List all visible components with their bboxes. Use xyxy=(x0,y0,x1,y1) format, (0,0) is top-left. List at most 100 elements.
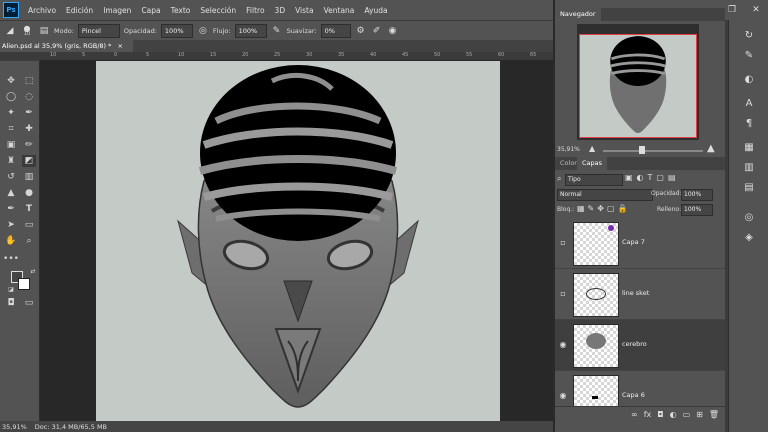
navigator-preview[interactable] xyxy=(577,24,699,140)
gradient-tool-icon[interactable]: ▥ xyxy=(22,171,36,183)
opacity-field[interactable]: 100% xyxy=(160,23,193,38)
eye-icon[interactable]: ◉ xyxy=(558,339,568,349)
eraser-tool-active-icon[interactable]: ◩ xyxy=(22,155,36,167)
fill-field[interactable]: 100% xyxy=(681,204,713,216)
tab-layers[interactable]: Capas xyxy=(577,157,608,170)
paragraph-icon[interactable]: ¶ xyxy=(742,116,756,130)
blend-mode-select[interactable]: Normal xyxy=(557,189,653,201)
pressure-opacity-icon[interactable]: ◎ xyxy=(197,25,209,37)
adjustments-icon[interactable]: ◐ xyxy=(742,72,756,86)
quick-mask-icon[interactable]: ◘ xyxy=(4,297,18,309)
screen-mode-icon[interactable]: ▭ xyxy=(22,297,36,309)
pressure-size-icon[interactable]: ◉ xyxy=(387,25,399,37)
swatches-icon[interactable]: ▥ xyxy=(742,160,756,174)
menu-3d[interactable]: 3D xyxy=(270,6,291,15)
navigator-slider-thumb[interactable] xyxy=(639,146,645,154)
smoothing-field[interactable]: 0% xyxy=(320,23,351,38)
background-color-swatch[interactable] xyxy=(18,278,30,290)
stamp-tool-icon[interactable]: ♜ xyxy=(4,155,18,167)
crop-tool-icon[interactable]: ⌗ xyxy=(4,123,18,135)
erase-history-icon[interactable]: ✐ xyxy=(371,25,383,37)
swap-colors-icon[interactable]: ⇄ xyxy=(26,265,40,277)
paths-icon[interactable]: ◈ xyxy=(742,230,756,244)
zoom-tool-icon[interactable]: ⌕ xyxy=(22,235,36,247)
lasso-tool-icon[interactable]: ◯ xyxy=(4,91,18,103)
horizontal-ruler[interactable]: 10 5 0 5 10 15 20 25 30 35 40 45 50 55 60 65 xyxy=(40,52,553,61)
brush-preset-picker[interactable]: ● 10 xyxy=(20,24,34,37)
tab-close-icon[interactable]: × xyxy=(117,42,122,50)
menu-imagen[interactable]: Imagen xyxy=(98,6,136,15)
new-group-icon[interactable]: ▭ xyxy=(683,410,691,419)
menu-archivo[interactable]: Archivo xyxy=(23,6,61,15)
trash-icon[interactable]: 🗑 xyxy=(709,410,719,419)
visibility-toggle[interactable]: ▫ xyxy=(558,288,568,298)
character-icon[interactable]: A xyxy=(742,96,756,110)
close-window-button[interactable]: ✕ xyxy=(744,0,768,20)
brush-tool-icon[interactable]: ✏ xyxy=(22,139,36,151)
layer-filter-icons[interactable]: ▣◐T▢▤ xyxy=(625,173,680,182)
menu-vista[interactable]: Vista xyxy=(290,6,319,15)
eyedropper-icon[interactable]: ✒ xyxy=(22,107,36,119)
layer-row[interactable]: ▫ line sket xyxy=(555,269,725,320)
healing-brush-icon[interactable]: ✚ xyxy=(22,123,36,135)
add-mask-icon[interactable]: ◘ xyxy=(657,410,663,419)
fx-icon[interactable]: fx xyxy=(644,410,652,419)
default-colors-icon[interactable]: ◪ xyxy=(4,283,18,295)
quick-select-icon[interactable]: ◌ xyxy=(22,91,36,103)
document-canvas[interactable] xyxy=(96,61,500,421)
blur-tool-icon[interactable]: ▲ xyxy=(4,187,18,199)
layer-opacity-field[interactable]: 100% xyxy=(681,189,713,201)
menu-filtro[interactable]: Filtro xyxy=(241,6,269,15)
visibility-toggle[interactable]: ▫ xyxy=(558,237,568,247)
menu-texto[interactable]: Texto xyxy=(166,6,196,15)
layer-name[interactable]: cerebro xyxy=(622,340,647,348)
gear-icon[interactable]: ⚙ xyxy=(355,25,367,37)
layer-name[interactable]: Capa 7 xyxy=(622,238,645,246)
brush-settings-icon[interactable]: ▤ xyxy=(38,25,50,37)
path-select-icon[interactable]: ➤ xyxy=(4,219,18,231)
libraries-icon[interactable]: ▤ xyxy=(742,180,756,194)
status-doc-info[interactable]: Doc: 31,4 MB/65,5 MB xyxy=(35,423,107,431)
new-layer-icon[interactable]: ⊞ xyxy=(696,410,703,419)
menu-ventana[interactable]: Ventana xyxy=(319,6,360,15)
mode-select[interactable]: Pincel xyxy=(77,23,120,38)
navigator-zoom-slider[interactable] xyxy=(603,150,703,152)
marquee-tool-icon[interactable]: ⬚ xyxy=(22,75,36,87)
link-layers-icon[interactable]: ∞ xyxy=(631,410,638,419)
document-tab[interactable]: Alien.psd al 35,9% (gris, RGB/8) * × xyxy=(0,40,133,52)
type-tool-icon[interactable]: T xyxy=(22,203,36,215)
eye-icon[interactable]: ◉ xyxy=(558,390,568,400)
menu-capa[interactable]: Capa xyxy=(136,6,165,15)
pen-tool-icon[interactable]: ✒ xyxy=(4,203,18,215)
layer-row[interactable]: ◉ cerebro xyxy=(555,320,725,371)
dodge-tool-icon[interactable]: ● xyxy=(22,187,36,199)
menu-edicion[interactable]: Edición xyxy=(61,6,98,15)
tab-navigator[interactable]: Navegador xyxy=(555,8,601,21)
layer-name[interactable]: Capa 6 xyxy=(622,391,645,399)
more-tools-icon[interactable]: ••• xyxy=(3,253,19,265)
magic-wand-icon[interactable]: ✦ xyxy=(4,107,18,119)
shape-tool-icon[interactable]: ▭ xyxy=(22,219,36,231)
menu-ayuda[interactable]: Ayuda xyxy=(359,6,392,15)
layer-filter-select[interactable]: Tipo xyxy=(565,174,623,186)
status-zoom[interactable]: 35,91% xyxy=(2,423,27,431)
zoom-in-icon[interactable]: ▲ xyxy=(707,143,715,154)
properties-icon[interactable]: ▦ xyxy=(742,140,756,154)
flow-field[interactable]: 100% xyxy=(234,23,267,38)
history-icon[interactable]: ↻ xyxy=(742,28,756,42)
hand-tool-icon[interactable]: ✋ xyxy=(4,235,18,247)
channels-icon[interactable]: ◎ xyxy=(742,210,756,224)
navigator-zoom-value[interactable]: 35,91% xyxy=(557,146,580,153)
eraser-tool-icon[interactable]: ◢ xyxy=(4,25,16,37)
adjustment-layer-icon[interactable]: ◐ xyxy=(670,410,677,419)
history-brush-icon[interactable]: ↺ xyxy=(4,171,18,183)
frame-tool-icon[interactable]: ▣ xyxy=(4,139,18,151)
layer-row[interactable]: ▫ Capa 7 xyxy=(555,218,725,269)
menu-seleccion[interactable]: Selección xyxy=(195,6,241,15)
lock-icons[interactable]: ▦✎✥▢🔒 xyxy=(577,204,630,213)
zoom-out-icon[interactable]: ▲ xyxy=(589,144,595,153)
brush-settings-panel-icon[interactable]: ✎ xyxy=(742,48,756,62)
airbrush-icon[interactable]: ✎ xyxy=(271,25,283,37)
move-tool-icon[interactable]: ✥ xyxy=(4,75,18,87)
navigator-view-box[interactable] xyxy=(579,34,697,138)
